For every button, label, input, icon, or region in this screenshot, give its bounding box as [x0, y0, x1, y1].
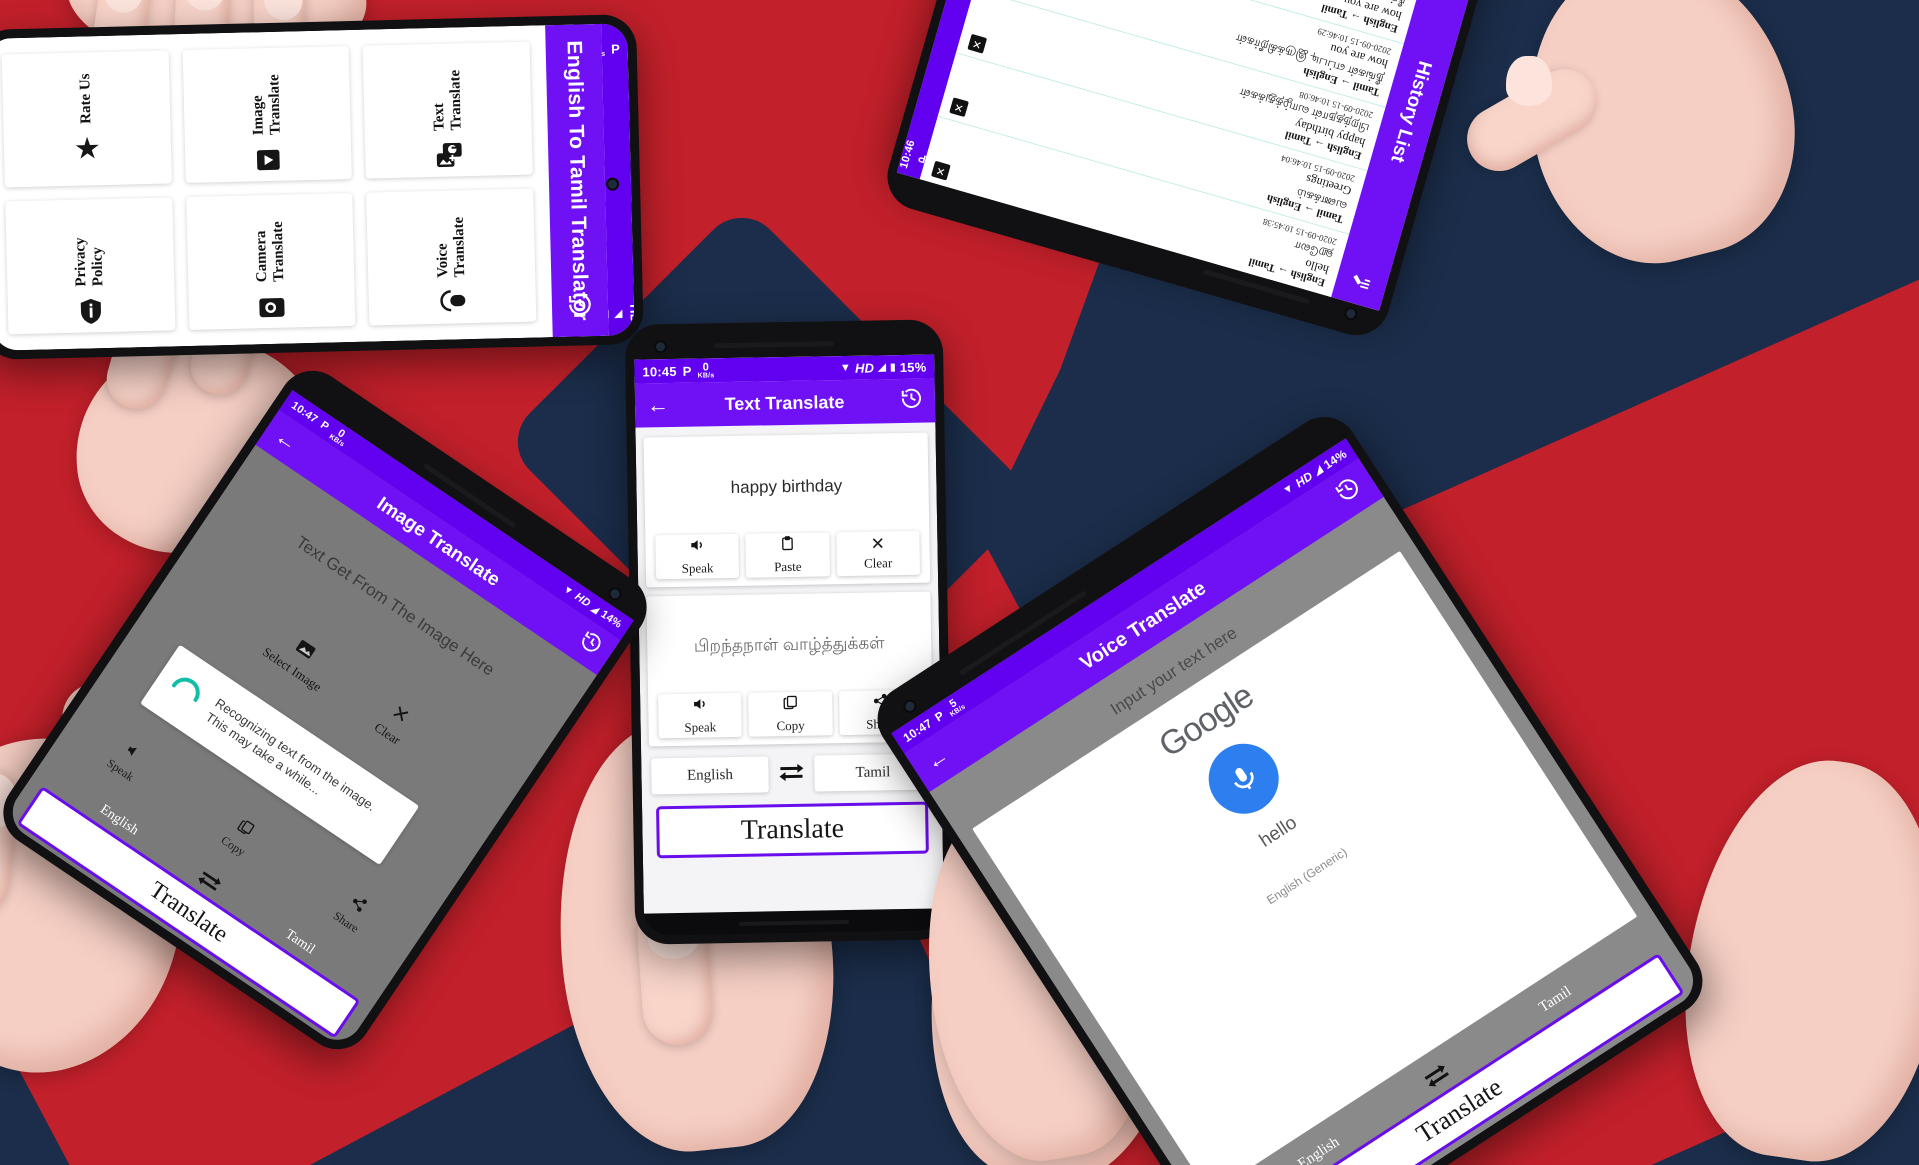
hd-icon: HD	[572, 590, 593, 610]
signal-icon: ◢	[878, 361, 887, 373]
signal-icon: ◢	[590, 602, 602, 615]
menu-tile-label: Camera Translate	[253, 221, 288, 283]
copy-icon	[233, 815, 258, 841]
menu-tile-label: Rate Us	[76, 73, 95, 125]
phone-bezel: Rate Us ★ Image Translate Text Translate	[0, 23, 635, 351]
promo-screenshot-canvas: Rate Us ★ Image Translate Text Translate	[0, 0, 1919, 1165]
star-icon: ★	[73, 131, 102, 166]
wifi-icon: ▼	[839, 361, 852, 375]
earpiece-speaker	[713, 341, 835, 349]
info-shield-icon	[76, 296, 107, 333]
source-text[interactable]: happy birthday	[654, 445, 919, 530]
data-saver-icon: P	[318, 419, 332, 434]
clipboard-icon	[779, 535, 795, 556]
recognizing-dialog: Recognizing text from the image. This ma…	[140, 644, 420, 865]
copy-button[interactable]: Copy	[748, 691, 833, 737]
close-x-icon: ✕	[870, 534, 886, 554]
bottom-speaker	[739, 919, 850, 926]
recognized-text: hello	[1255, 812, 1301, 852]
data-saver-icon: P	[610, 41, 621, 57]
close-x-icon: ✕	[387, 701, 414, 729]
speaker-icon	[691, 695, 708, 716]
delete-icon[interactable]: ✕	[949, 97, 969, 118]
button-label: Copy	[776, 717, 805, 734]
language-row: English Tamil	[651, 753, 932, 795]
paste-button[interactable]: Paste	[745, 532, 830, 578]
history-icon[interactable]	[567, 291, 594, 323]
speaker-icon	[688, 536, 705, 557]
signal-icon: ◢	[1311, 463, 1325, 478]
source-text-card[interactable]: happy birthday Speak Paste ✕ Clear	[643, 432, 931, 588]
target-language-label: Tamil	[855, 763, 891, 781]
share-icon	[345, 891, 370, 917]
target-text: பிறந்தநாள் வாழ்த்துக்கள்	[693, 633, 885, 656]
menu-tile-label: Voice Translate	[434, 216, 468, 278]
camera-icon	[257, 292, 288, 329]
delete-icon[interactable]: ✕	[967, 33, 988, 54]
menu-tile-privacy-policy[interactable]: Privacy Policy	[5, 197, 176, 335]
front-camera	[1345, 308, 1357, 320]
statusbar-time: 10:45	[642, 363, 677, 380]
app-title: English To Tamil Translator	[562, 40, 593, 321]
phone-home-screen: Rate Us ★ Image Translate Text Translate	[0, 13, 644, 361]
statusbar-time: 10:46	[898, 138, 918, 170]
hd-icon: HD	[854, 359, 875, 376]
button-label: Clear	[863, 555, 893, 571]
translate-button[interactable]: Translate	[656, 801, 929, 859]
menu-tile-label: Image Translate	[249, 74, 284, 136]
home-menu-grid: Rate Us ★ Image Translate Text Translate	[0, 25, 553, 351]
image-play-icon	[253, 145, 284, 182]
microphone-icon[interactable]	[1195, 730, 1293, 828]
microphone-icon	[437, 287, 468, 324]
translate-button-label: Translate	[740, 813, 845, 846]
text-translate-icon	[434, 140, 465, 177]
menu-tile-label: Privacy Policy	[72, 237, 107, 287]
front-camera	[903, 700, 917, 713]
source-language-label: English	[686, 766, 734, 784]
text-translate-screen: 10:45 P 0 KB/s ▼ HD ◢ ▮ 15% ← Text Trans…	[634, 354, 944, 914]
battery-icon: ▮	[889, 361, 896, 373]
network-speed: 0KB/s	[697, 360, 715, 380]
wifi-icon: ▼	[1280, 481, 1297, 498]
menu-tile-camera-translate[interactable]: Camera Translate	[185, 192, 356, 330]
front-camera	[655, 342, 666, 352]
menu-tile-rate-us[interactable]: Rate Us ★	[1, 50, 172, 188]
copy-icon	[782, 694, 798, 715]
source-action-row: Speak Paste ✕ Clear	[655, 530, 921, 580]
wifi-icon: ▼	[560, 583, 576, 598]
data-saver-icon: P	[932, 708, 947, 725]
home-appbar: English To Tamil Translator	[545, 23, 609, 338]
menu-tile-text-translate[interactable]: Text Translate	[362, 41, 533, 179]
source-language-select[interactable]: English	[651, 756, 769, 795]
speak-target-button[interactable]: Speak	[658, 692, 743, 739]
swap-arrows-icon[interactable]	[776, 760, 806, 789]
data-saver-icon: P	[682, 363, 692, 379]
delete-icon[interactable]: ✕	[930, 160, 951, 181]
text-appbar: ← Text Translate	[634, 378, 936, 428]
menu-tile-image-translate[interactable]: Image Translate	[182, 46, 353, 184]
clear-image-button[interactable]: ✕ Clear	[343, 676, 447, 769]
loading-spinner-icon	[161, 666, 211, 717]
hd-icon: HD	[1292, 468, 1316, 491]
button-label: Paste	[773, 558, 802, 575]
phone-bezel: 10:45 P 0 KB/s ▼ HD ◢ ▮ 15% ← Text Trans…	[633, 328, 945, 936]
home-screen: Rate Us ★ Image Translate Text Translate	[0, 23, 635, 351]
signal-icon: ◢	[614, 308, 623, 320]
button-label: Speak	[681, 560, 714, 576]
front-camera	[608, 587, 622, 601]
statusbar-time: 10:45	[625, 30, 635, 66]
button-label: Speak	[684, 719, 717, 735]
speak-source-button[interactable]: Speak	[655, 533, 740, 580]
delete-sweep-icon[interactable]	[1348, 263, 1377, 295]
page-title: Text Translate	[724, 391, 845, 414]
phone-text-translate: 10:45 P 0 KB/s ▼ HD ◢ ▮ 15% ← Text Trans…	[624, 319, 954, 945]
menu-tile-voice-translate[interactable]: Voice Translate	[366, 188, 537, 326]
back-arrow-icon[interactable]: ←	[647, 392, 669, 418]
battery-percent: 15%	[899, 359, 927, 375]
menu-tile-label: Text Translate	[430, 69, 465, 132]
hd-icon: HD	[627, 304, 635, 324]
source-language-label: English	[1294, 1133, 1343, 1165]
history-icon[interactable]	[900, 387, 923, 415]
clear-button[interactable]: ✕ Clear	[835, 530, 921, 577]
